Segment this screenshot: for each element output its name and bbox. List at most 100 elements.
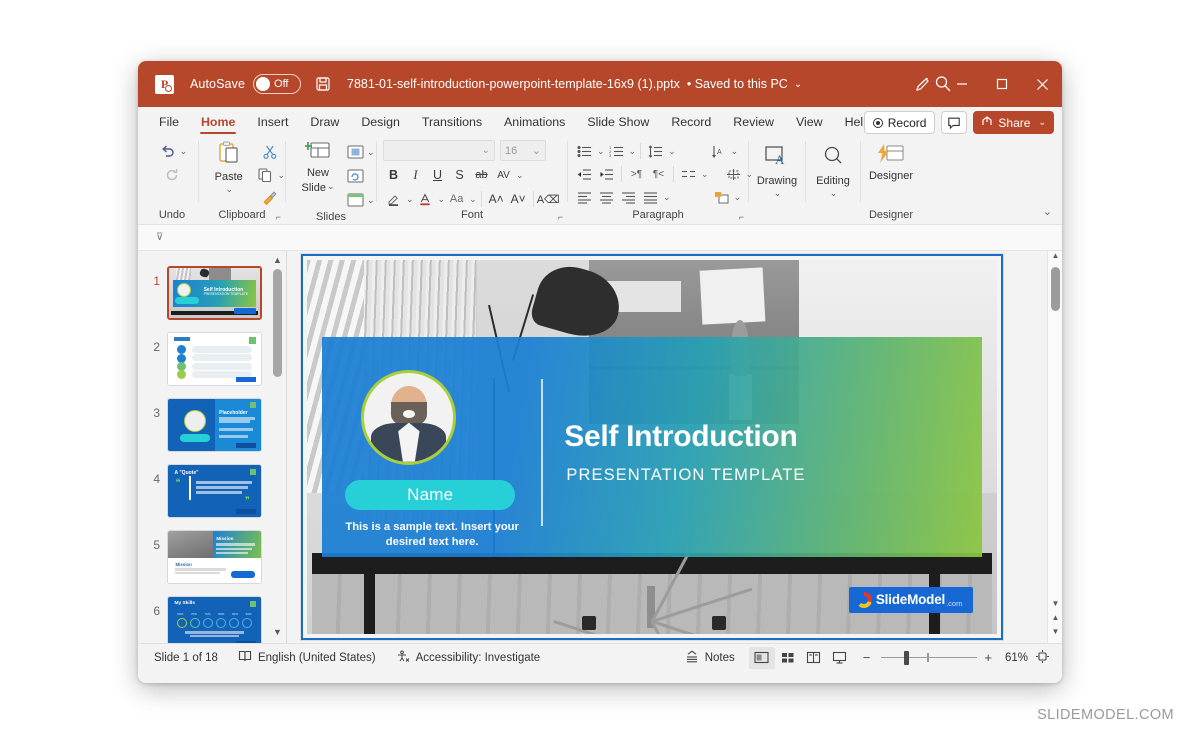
thumbnail-slide-1[interactable]: 1 Self Introduction PRESENTATION TEMPLAT… [138, 257, 286, 323]
tab-design[interactable]: Design [350, 109, 411, 135]
collapse-ribbon-icon[interactable]: ⊽ [156, 232, 163, 243]
decrease-font-size-button[interactable]: A˅ [508, 189, 529, 209]
autosave-toggle[interactable]: Off [253, 74, 302, 94]
align-center-icon[interactable] [596, 187, 617, 207]
thumbnail-slide-3[interactable]: 3 Placeholder [138, 389, 286, 455]
thumbnail-slide-2[interactable]: 2 [138, 323, 286, 389]
tab-draw[interactable]: Draw [299, 109, 350, 135]
view-slide-sorter-button[interactable] [775, 647, 801, 669]
font-dialog-launcher[interactable]: ⌐ [558, 212, 563, 222]
zoom-slider[interactable] [881, 650, 978, 665]
tab-record[interactable]: Record [660, 109, 722, 135]
thumbnail-slide-4[interactable]: 4 A "Quote" ❝ ❞ [138, 455, 286, 521]
italic-button[interactable]: I [405, 165, 426, 185]
drawing-button[interactable]: A Drawing ⌄ [751, 145, 803, 199]
text-direction-icon[interactable]: A [708, 141, 729, 161]
zoom-level[interactable]: 61% [1005, 652, 1028, 664]
copy-icon[interactable] [254, 164, 276, 186]
clipboard-dialog-launcher[interactable]: ⌐ [276, 212, 281, 222]
font-name-input[interactable]: ⌄ [383, 140, 495, 161]
increase-indent-icon[interactable] [596, 164, 617, 184]
paragraph-dialog-launcher[interactable]: ⌐ [739, 212, 744, 222]
copy-chevron-icon[interactable]: ⌄ [277, 170, 285, 181]
slide-canvas[interactable]: Name This is a sample text. Insert your … [287, 251, 1062, 643]
next-slide-icon[interactable]: ▼ [1048, 627, 1062, 641]
tab-view[interactable]: View [785, 109, 834, 135]
view-reading-button[interactable] [801, 647, 827, 669]
paste-button[interactable]: Paste ⌄ [203, 140, 254, 195]
scrollbar-thumb[interactable] [1051, 267, 1060, 311]
thumbnails-scrollbar[interactable]: ▲ ▼ [272, 255, 283, 639]
tab-file[interactable]: File [148, 109, 190, 135]
clear-formatting-button[interactable]: A⌫ [537, 189, 560, 209]
font-color-chevron-icon[interactable]: ⌄ [438, 194, 446, 205]
layout-icon[interactable] [344, 141, 366, 163]
document-title[interactable]: 7881-01-self-introduction-powerpoint-tem… [347, 77, 680, 91]
expand-ribbon-icon[interactable]: ⌄ [1043, 205, 1052, 218]
slide-counter[interactable]: Slide 1 of 18 [154, 652, 218, 664]
align-left-icon[interactable] [574, 187, 595, 207]
justify-icon[interactable] [640, 187, 661, 207]
scroll-down-icon[interactable]: ▼ [272, 627, 283, 639]
language-indicator[interactable]: English (United States) [238, 650, 376, 666]
view-normal-button[interactable] [748, 646, 775, 669]
slide-subtitle[interactable]: PRESENTATION TEMPLATE [566, 466, 805, 485]
tab-slide-show[interactable]: Slide Show [576, 109, 660, 135]
numbering-chevron-icon[interactable]: ⌄ [629, 146, 637, 157]
align-right-icon[interactable] [618, 187, 639, 207]
smartart-chevron-icon[interactable]: ⌄ [734, 192, 742, 203]
section-icon[interactable] [344, 189, 366, 211]
fit-to-window-icon[interactable] [1035, 649, 1050, 667]
share-button[interactable]: Share ⌄ [973, 111, 1054, 134]
paste-chevron-icon[interactable]: ⌄ [225, 184, 233, 195]
zoom-in-button[interactable]: + [984, 650, 992, 665]
editing-chevron-icon[interactable]: ⌄ [830, 188, 838, 199]
new-slide-button[interactable]: New Slide ⌄ [292, 140, 344, 194]
comment-icon[interactable] [941, 111, 968, 134]
sample-text[interactable]: This is a sample text. Insert your desir… [340, 520, 525, 550]
maximize-icon[interactable] [982, 61, 1022, 107]
bullets-chevron-icon[interactable]: ⌄ [597, 146, 605, 157]
name-placeholder[interactable]: Name [345, 480, 516, 511]
thumbnail-card[interactable]: Placeholder [167, 398, 262, 452]
reset-slide-icon[interactable] [344, 165, 366, 187]
rtl-text-direction-button[interactable]: ¶< [648, 164, 669, 184]
notes-button[interactable]: Notes [685, 650, 735, 666]
chevron-down-icon[interactable]: ⌄ [794, 79, 802, 90]
scroll-up-icon[interactable]: ▲ [1048, 251, 1062, 265]
change-case-chevron-icon[interactable]: ⌄ [469, 194, 477, 205]
align-text-icon[interactable] [723, 164, 744, 184]
format-painter-icon[interactable] [259, 187, 281, 209]
character-spacing-chevron-icon[interactable]: ⌄ [516, 170, 524, 181]
section-chevron-icon[interactable]: ⌄ [367, 195, 375, 206]
increase-font-size-button[interactable]: A˄ [486, 189, 507, 209]
scrollbar-thumb[interactable] [273, 269, 282, 377]
tab-transitions[interactable]: Transitions [411, 109, 493, 135]
ltr-text-direction-button[interactable]: >¶ [626, 164, 647, 184]
designer-button[interactable]: Designer [863, 143, 919, 183]
tab-insert[interactable]: Insert [246, 109, 299, 135]
close-icon[interactable] [1022, 61, 1062, 107]
thumbnail-slide-5[interactable]: 5 Mission Mission [138, 521, 286, 587]
thumbnail-slide-6[interactable]: 6 My Skills 90% 70% 70% 80% 60% 50% [138, 587, 286, 643]
scroll-down-icon[interactable]: ▼ [1048, 599, 1062, 613]
minimize-icon[interactable] [942, 61, 982, 107]
highlight-chevron-icon[interactable]: ⌄ [406, 194, 414, 205]
columns-chevron-icon[interactable]: ⌄ [701, 169, 709, 180]
undo-chevron-icon[interactable]: ⌄ [180, 146, 188, 157]
convert-smartart-icon[interactable] [711, 187, 732, 207]
character-spacing-button[interactable]: AV [493, 165, 514, 185]
thumbnail-card[interactable]: Mission Mission [167, 530, 262, 584]
change-case-button[interactable]: Aa [446, 189, 467, 209]
text-direction-chevron-icon[interactable]: ⌄ [731, 146, 739, 157]
editing-button[interactable]: Editing ⌄ [807, 145, 859, 199]
bullets-icon[interactable] [574, 141, 595, 161]
zoom-out-button[interactable]: − [863, 650, 871, 665]
underline-button[interactable]: U [427, 165, 448, 185]
new-slide-chevron-icon[interactable]: ⌄ [327, 181, 335, 192]
share-chevron-icon[interactable]: ⌄ [1038, 117, 1046, 128]
pen-icon[interactable] [902, 61, 942, 107]
thumbnail-card[interactable]: Self Introduction PRESENTATION TEMPLATE [167, 266, 262, 320]
thumbnail-card[interactable]: My Skills 90% 70% 70% 80% 60% 50% [167, 596, 262, 643]
font-color-icon[interactable] [415, 189, 436, 209]
